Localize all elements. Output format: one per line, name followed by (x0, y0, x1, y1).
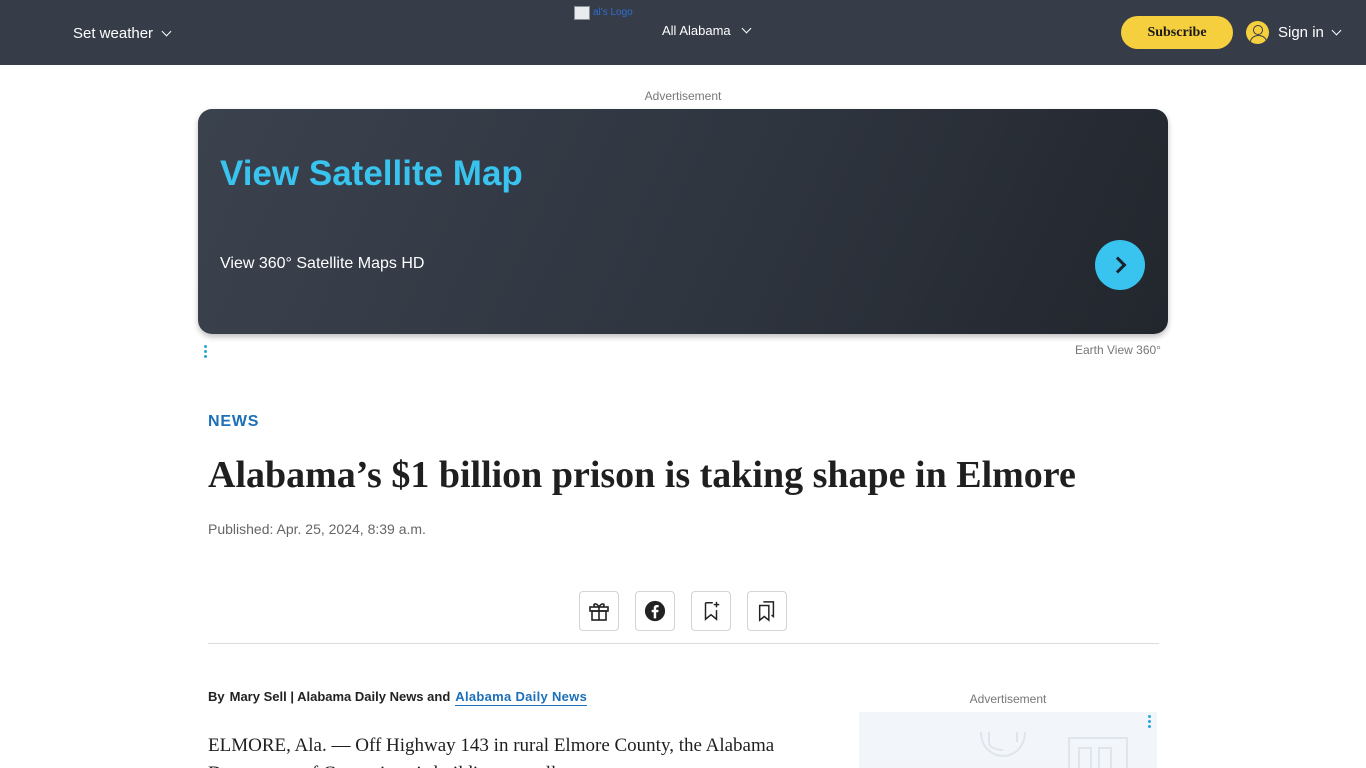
user-avatar-icon (1246, 21, 1269, 44)
set-weather-label: Set weather (73, 25, 154, 42)
chevron-down-icon (161, 26, 172, 37)
site-header: Set weather al's Logo All Alabama Subscr… (0, 0, 1366, 65)
facebook-share-button[interactable] (635, 591, 675, 631)
article-headline: Alabama’s $1 billion prison is taking sh… (208, 454, 1076, 496)
site-logo[interactable]: al's Logo (574, 6, 633, 20)
article-paragraph-line: Department of Corrections is building a … (208, 760, 828, 768)
byline-source-link[interactable]: Alabama Daily News (455, 689, 588, 706)
logo-alt-text: al's Logo (593, 7, 633, 18)
article-divider (208, 643, 1159, 644)
save-article-button[interactable] (691, 591, 731, 631)
region-selector[interactable]: All Alabama (662, 23, 752, 38)
article-body: ELMORE, Ala. — Off Highway 143 in rural … (208, 732, 828, 768)
ad-source-label: Earth View 360° (1075, 343, 1161, 357)
ad-subtitle: View 360° Satellite Maps HD (220, 255, 425, 272)
sidebar-ad[interactable] (859, 712, 1157, 768)
chevron-down-icon (1331, 25, 1342, 36)
region-label: All Alabama (662, 23, 731, 38)
broken-image-icon (574, 6, 590, 20)
saved-bookmarks-icon (758, 601, 775, 622)
bookmark-add-icon (704, 601, 720, 621)
facebook-icon (644, 600, 666, 622)
ad-title: View Satellite Map (220, 154, 523, 193)
byline: By Mary Sell | Alabama Daily News and Al… (208, 689, 588, 706)
share-toolbar (579, 591, 787, 631)
chevron-right-icon (1109, 256, 1126, 274)
sidebar-advertisement-label: Advertisement (969, 692, 1047, 706)
set-weather-button[interactable]: Set weather (73, 25, 172, 42)
saved-articles-button[interactable] (747, 591, 787, 631)
advertisement-label: Advertisement (644, 89, 722, 103)
gift-article-button[interactable] (579, 591, 619, 631)
byline-prefix: By (208, 689, 225, 704)
ad-placeholder-graphic-icon (980, 731, 1128, 768)
subscribe-button[interactable]: Subscribe (1121, 16, 1233, 49)
sign-in-button[interactable]: Sign in (1246, 21, 1342, 44)
satellite-map-ad-banner[interactable]: View Satellite Map View 360° Satellite M… (198, 109, 1168, 334)
chevron-down-icon (741, 23, 752, 34)
gift-icon (589, 603, 609, 621)
byline-authors: Mary Sell | Alabama Daily News and (229, 689, 451, 704)
sign-in-label: Sign in (1278, 24, 1324, 41)
ad-options-icon[interactable] (204, 345, 208, 358)
sidebar-ad-options-icon[interactable] (1148, 715, 1151, 728)
section-label[interactable]: NEWS (208, 413, 259, 431)
published-date: Published: Apr. 25, 2024, 8:39 a.m. (208, 521, 426, 537)
ad-arrow-button[interactable] (1095, 240, 1145, 290)
article-paragraph-line: ELMORE, Ala. — Off Highway 143 in rural … (208, 735, 775, 756)
